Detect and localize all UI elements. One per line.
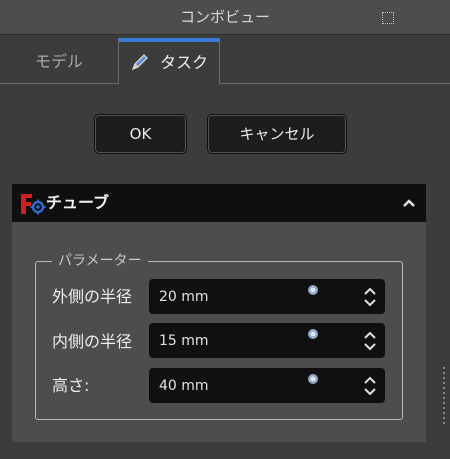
splitter-handle[interactable] <box>441 367 447 427</box>
inner-radius-field[interactable]: 15 mm <box>149 323 385 358</box>
outer-radius-label: 外側の半径 <box>52 287 133 306</box>
expression-icon[interactable] <box>307 328 319 340</box>
chevron-up-icon[interactable] <box>402 196 416 210</box>
inner-radius-label: 内側の半径 <box>52 332 133 351</box>
cancel-button[interactable]: キャンセル <box>207 114 347 154</box>
spinbox-arrows-icon[interactable] <box>363 374 377 398</box>
freecad-gear-icon <box>21 194 46 215</box>
outer-radius-value[interactable]: 20 mm <box>159 279 209 316</box>
tab-model[interactable]: モデル <box>0 41 118 82</box>
expression-icon[interactable] <box>307 284 319 296</box>
height-field[interactable]: 40 mm <box>149 368 385 403</box>
tab-task-label: タスク <box>159 53 208 72</box>
tube-task-panel: チューブ パラメーター 外側の半径 20 mm 内側の半径 15 mm 高さ: … <box>12 184 426 442</box>
spinbox-arrows-icon[interactable] <box>363 329 377 353</box>
inner-radius-value[interactable]: 15 mm <box>159 323 209 360</box>
height-value[interactable]: 40 mm <box>159 368 209 405</box>
tab-bar: モデル タスク <box>0 35 450 85</box>
float-icon[interactable] <box>382 12 394 24</box>
outer-radius-field[interactable]: 20 mm <box>149 279 385 314</box>
combo-view-titlebar: コンボビュー <box>0 0 450 35</box>
tab-task[interactable]: タスク <box>118 38 220 85</box>
pencil-icon <box>131 53 148 70</box>
panel-header[interactable]: チューブ <box>12 184 426 222</box>
height-label: 高さ: <box>52 376 90 395</box>
spinbox-arrows-icon[interactable] <box>363 285 377 309</box>
expression-icon[interactable] <box>307 373 319 385</box>
tab-model-label: モデル <box>34 52 83 71</box>
parameters-group-title: パラメーター <box>52 251 148 271</box>
panel-title: チューブ <box>46 193 110 212</box>
ok-button[interactable]: OK <box>94 114 187 154</box>
